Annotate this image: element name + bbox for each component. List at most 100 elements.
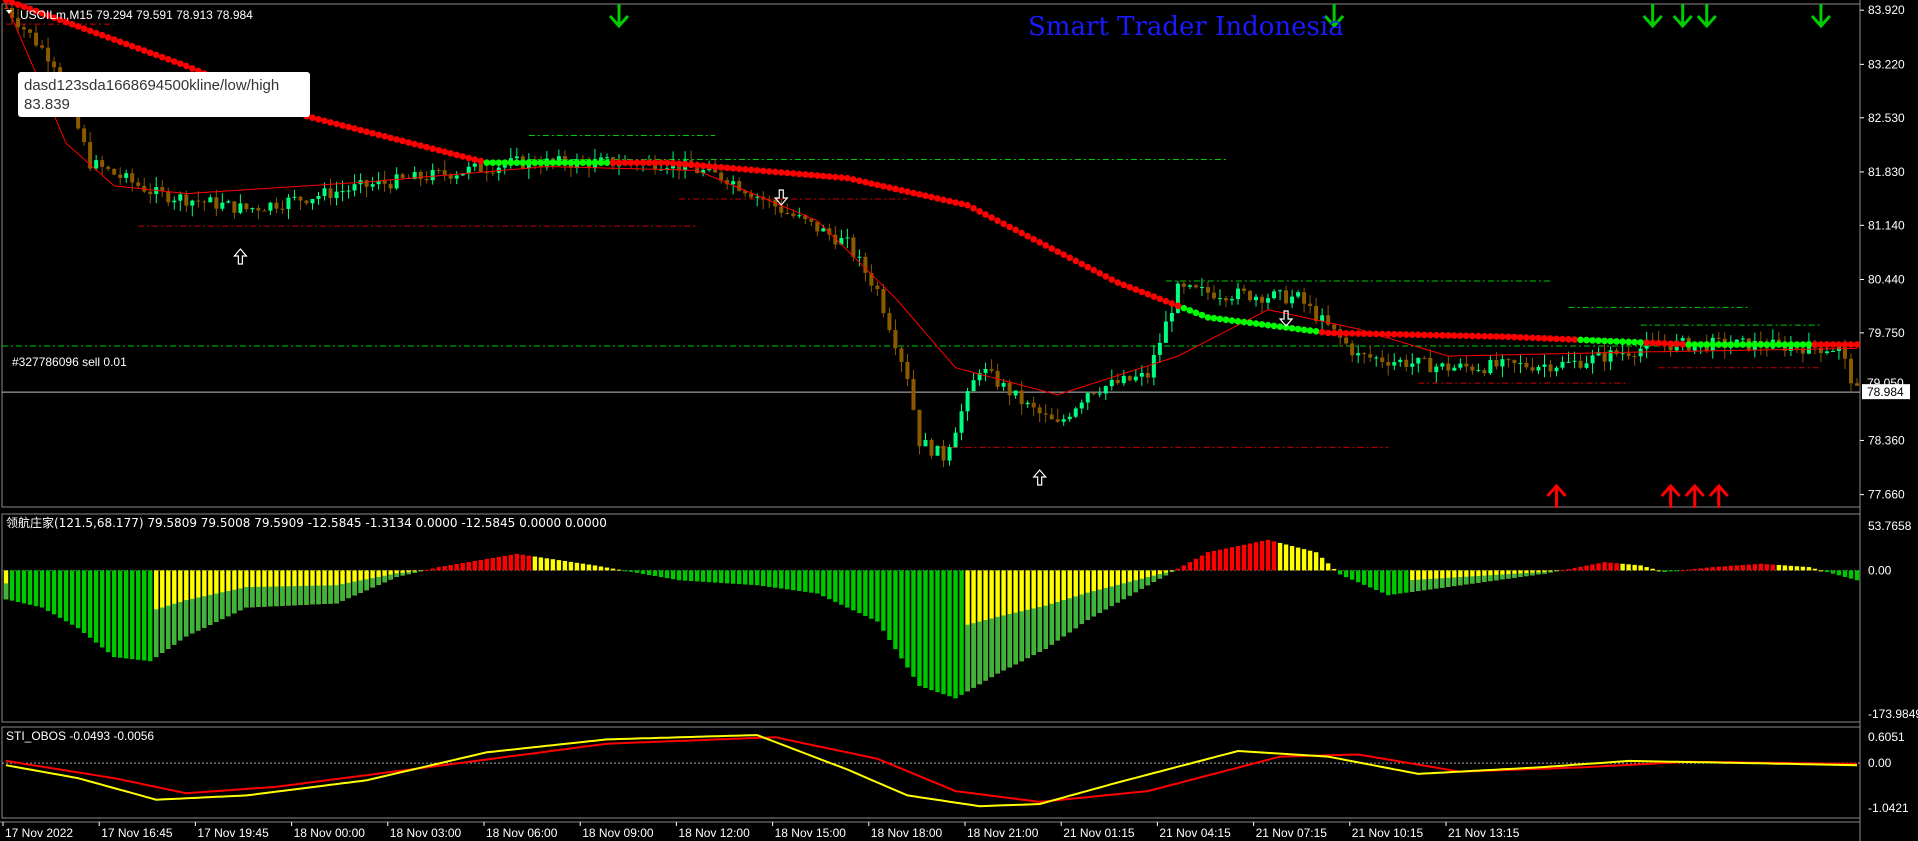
histogram-bar	[1716, 566, 1721, 571]
histogram-bar	[136, 570, 141, 660]
candle-body	[899, 348, 904, 362]
histogram-bar-shade	[1548, 571, 1553, 573]
histogram-bar-shade	[328, 585, 333, 604]
trend-dot	[1691, 341, 1699, 348]
trend-dot	[1300, 326, 1308, 334]
histogram-bar	[1848, 570, 1854, 579]
histogram-bar	[544, 558, 550, 571]
histogram-bar	[1398, 570, 1403, 594]
trend-dot	[327, 119, 334, 126]
candle-body	[22, 27, 27, 30]
histogram-bar	[1301, 549, 1307, 571]
histogram-bar	[562, 560, 568, 571]
trend-dot	[856, 177, 863, 185]
histogram-bar-shade	[400, 572, 405, 576]
histogram-bar	[628, 570, 634, 572]
trend-dot	[639, 159, 647, 166]
histogram-bar-shade	[166, 605, 171, 649]
candle-body	[1109, 379, 1114, 387]
trend-dot	[1829, 341, 1837, 348]
histogram-bar	[442, 566, 447, 571]
time-tick-label: 18 Nov 12:00	[678, 826, 750, 840]
trend-dot	[152, 51, 160, 59]
candle-body	[1530, 367, 1535, 371]
candle-body	[166, 191, 171, 203]
histogram-bar	[87, 570, 93, 638]
hidden-price-label: 79.050	[1867, 376, 1904, 390]
histogram-bar-shade	[1494, 574, 1499, 581]
trend-dot	[387, 134, 394, 142]
candle-body	[923, 439, 928, 447]
histogram-bar	[1295, 547, 1301, 571]
trend-dot	[1174, 302, 1182, 310]
trend-dot	[1030, 235, 1037, 243]
candle-body	[1145, 372, 1150, 378]
histogram-bar	[39, 570, 45, 608]
trend-dot	[1240, 318, 1248, 326]
candle-body	[1716, 337, 1721, 339]
histogram-bar	[117, 570, 123, 658]
histogram-bar	[1758, 563, 1764, 571]
candle-body	[1091, 393, 1096, 395]
histogram-bar-shade	[1428, 578, 1433, 590]
candle-body	[779, 206, 784, 213]
histogram-bar	[1368, 570, 1373, 588]
histogram-bar-shade	[1103, 587, 1108, 610]
histogram-bar-shade	[1440, 578, 1445, 588]
histogram-bar-shade	[1043, 605, 1048, 649]
candle-body	[1139, 372, 1144, 377]
candle-body	[346, 190, 351, 192]
trend-dot	[1841, 341, 1849, 348]
trend-dot	[1451, 332, 1458, 339]
candle-body	[941, 445, 946, 461]
trading-chart[interactable]: 83.920 83.220 82.530 81.830 81.140 80.440 79.7…	[0, 0, 1918, 841]
candle-body	[1488, 359, 1493, 374]
histogram-bar	[1223, 548, 1229, 571]
trend-dot	[1757, 341, 1765, 348]
histogram-bar-shade	[1518, 573, 1523, 577]
histogram-bar	[430, 568, 435, 571]
histogram-bar	[881, 570, 886, 631]
candle-body	[1073, 408, 1078, 417]
trend-dot	[321, 117, 328, 125]
candle-body	[1398, 359, 1403, 363]
trend-dot	[1330, 329, 1338, 337]
histogram-bar	[21, 570, 27, 604]
trend-dot	[1679, 340, 1687, 348]
time-tick-label: 18 Nov 15:00	[775, 826, 847, 840]
trend-dot	[1763, 341, 1771, 348]
histogram-bar	[1686, 569, 1691, 571]
trend-dot	[447, 150, 455, 157]
trend-dot	[1042, 242, 1049, 249]
trend-dot	[465, 154, 473, 162]
histogram-bar-shade	[983, 619, 988, 681]
trend-dot	[1805, 341, 1813, 348]
trend-dot	[435, 146, 443, 154]
candle-body	[100, 160, 105, 167]
candle-body	[1296, 292, 1301, 297]
histogram-bar	[502, 555, 508, 571]
histogram-bar	[1271, 541, 1277, 571]
histogram-bar	[706, 570, 712, 583]
histogram-bar-shade	[1139, 578, 1145, 589]
trend-dot	[1835, 341, 1843, 348]
candle-body	[1440, 363, 1445, 367]
histogram-bar	[1638, 565, 1643, 571]
trend-dot	[1186, 307, 1194, 314]
candle-body	[953, 432, 958, 448]
histogram-bar	[1680, 570, 1685, 572]
time-tick-label: 21 Nov 10:15	[1352, 826, 1424, 840]
histogram-bar	[1229, 547, 1235, 571]
histogram-bar-shade	[1031, 608, 1036, 655]
trend-dot	[176, 60, 184, 68]
histogram-bar	[1265, 539, 1271, 571]
watermark-text: Smart Trader Indonesia	[1028, 12, 1344, 42]
histogram-bar	[646, 570, 652, 575]
histogram-bar	[676, 570, 682, 581]
candle-body	[478, 163, 483, 173]
price-tick-label: 78.360	[1868, 433, 1905, 447]
candle-body	[1199, 287, 1204, 289]
trend-dot	[537, 159, 545, 166]
histogram-bar	[1392, 570, 1397, 595]
trend-dot	[1439, 332, 1446, 339]
